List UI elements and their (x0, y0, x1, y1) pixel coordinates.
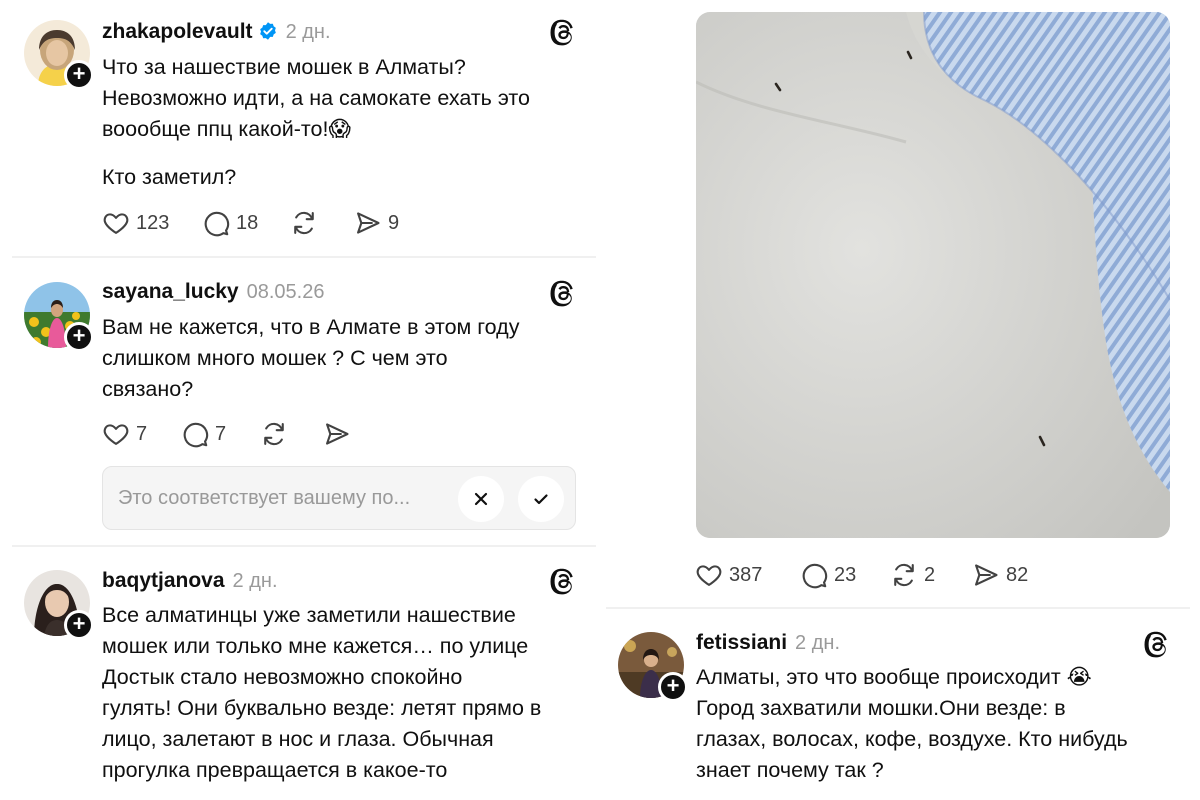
username[interactable]: sayana_lucky (102, 280, 239, 304)
comment-button[interactable]: 23 (800, 561, 890, 589)
dismiss-button[interactable] (458, 476, 504, 522)
comment-icon (800, 561, 828, 589)
post-text-line: Невозможно идти, а на самокате ехать это (102, 86, 530, 110)
feedback-prompt: Это соответствует вашему по... (102, 466, 576, 530)
repost-button[interactable]: 2 (890, 561, 972, 589)
post-divider (606, 607, 1190, 609)
heart-icon (695, 561, 723, 589)
heart-icon (102, 420, 130, 448)
post-time: 2 дн. (285, 21, 331, 43)
post-text-line: связано? (102, 377, 194, 401)
follow-plus-icon[interactable]: + (64, 610, 94, 640)
post-time: 2 дн. (232, 570, 278, 592)
avatar[interactable]: + (618, 632, 688, 702)
comment-button[interactable]: 7 (181, 420, 260, 448)
follow-plus-icon[interactable]: + (658, 672, 688, 702)
share-icon (323, 420, 351, 448)
post-text-line: Алматы, это что вообще происходит 😭 (696, 665, 1092, 689)
repost-button[interactable] (260, 420, 323, 448)
comment-count: 7 (215, 422, 227, 445)
post-actions: 123 18 9 (102, 209, 399, 237)
like-count: 123 (136, 211, 170, 234)
post-actions: 7 7 (102, 420, 357, 448)
confirm-button[interactable] (518, 476, 564, 522)
check-icon (534, 494, 548, 505)
post-text: Вам не кажется, что в Алмате в этом году… (102, 312, 582, 405)
post-text: Алматы, это что вообще происходит 😭 Горо… (696, 662, 1190, 786)
share-button[interactable]: 82 (972, 561, 1028, 589)
comment-icon (181, 420, 209, 448)
post-text-line: мошек или только мне кажется… по улице (102, 634, 529, 658)
share-count: 82 (1006, 563, 1029, 586)
repost-icon (290, 209, 318, 237)
post-text-line: Город захватили мошки.Они везде: в (696, 696, 1066, 720)
comment-button[interactable]: 18 (202, 209, 290, 237)
avatar[interactable]: + (24, 570, 94, 640)
post-text-line: слишком много мошек ? С чем это (102, 346, 448, 370)
repost-button[interactable] (290, 209, 354, 237)
avatar[interactable]: + (24, 282, 94, 352)
share-icon (972, 561, 1000, 589)
repost-icon (260, 420, 288, 448)
threads-logo-icon[interactable] (549, 567, 577, 595)
post-text-line: прогулка превращается в какое-то (102, 758, 448, 782)
post-image[interactable] (696, 12, 1170, 538)
share-button[interactable] (323, 420, 357, 448)
post-text-line: знает почему так ? (696, 758, 884, 782)
post-actions: 387 23 2 82 (695, 561, 1028, 589)
post-text-line: гулять! Они буквально везде: летят прямо… (102, 696, 542, 720)
repost-count: 2 (924, 563, 936, 586)
post-header: zhakapolevault 2 дн. (102, 18, 331, 44)
like-button[interactable]: 123 (102, 209, 202, 237)
comment-count: 23 (834, 563, 857, 586)
post-text-line: глазах, волосах, кофе, воздухе. Кто нибу… (696, 727, 1128, 751)
post-divider (12, 256, 596, 258)
post-text-line: воообще ппц какой-то!😱 (102, 117, 351, 141)
verified-badge-icon (259, 22, 276, 40)
heart-icon (102, 209, 130, 237)
post-text-line: Что за нашествие мошек в Алматы? (102, 55, 466, 79)
avatar[interactable]: + (24, 20, 94, 90)
post-time: 2 дн. (795, 632, 840, 654)
username[interactable]: fetissiani (696, 631, 787, 655)
post-text-line: Вам не кажется, что в Алмате в этом году (102, 315, 520, 339)
follow-plus-icon[interactable]: + (64, 322, 94, 352)
like-count: 7 (136, 422, 148, 445)
comment-count: 18 (236, 211, 259, 234)
repost-icon (890, 561, 918, 589)
threads-logo-icon[interactable] (549, 18, 577, 46)
like-count: 387 (729, 563, 763, 586)
post-text: Что за нашествие мошек в Алматы? Невозмо… (102, 52, 582, 193)
close-icon (474, 492, 488, 506)
follow-plus-icon[interactable]: + (64, 60, 94, 90)
post-text-line: лицо, залетают в нос и глаза. Обычная (102, 727, 494, 751)
like-button[interactable]: 7 (102, 420, 181, 448)
post-text-line: Достык стало невозможно спокойно (102, 665, 463, 689)
share-count: 9 (388, 211, 400, 234)
share-icon (354, 209, 382, 237)
threads-logo-icon[interactable] (1143, 630, 1171, 658)
threads-logo-icon[interactable] (549, 279, 577, 307)
photo-shirt-with-midges (696, 12, 1170, 538)
post-text-line: Все алматинцы уже заметили нашествие (102, 603, 516, 627)
like-button[interactable]: 387 (695, 561, 800, 589)
share-button[interactable]: 9 (354, 209, 399, 237)
post-divider (12, 545, 596, 547)
post-header: baqytjanova 2 дн. (102, 569, 278, 593)
feedback-question: Это соответствует вашему по... (118, 487, 411, 509)
post-header: sayana_lucky 08.05.26 (102, 280, 324, 304)
post-text-line: Кто заметил? (102, 165, 237, 189)
comment-icon (202, 209, 230, 237)
post-text: Все алматинцы уже заметили нашествие мош… (102, 600, 592, 786)
post-time: 08.05.26 (246, 281, 325, 303)
username[interactable]: zhakapolevault (102, 20, 253, 44)
post-header: fetissiani 2 дн. (696, 631, 840, 655)
username[interactable]: baqytjanova (102, 569, 225, 593)
